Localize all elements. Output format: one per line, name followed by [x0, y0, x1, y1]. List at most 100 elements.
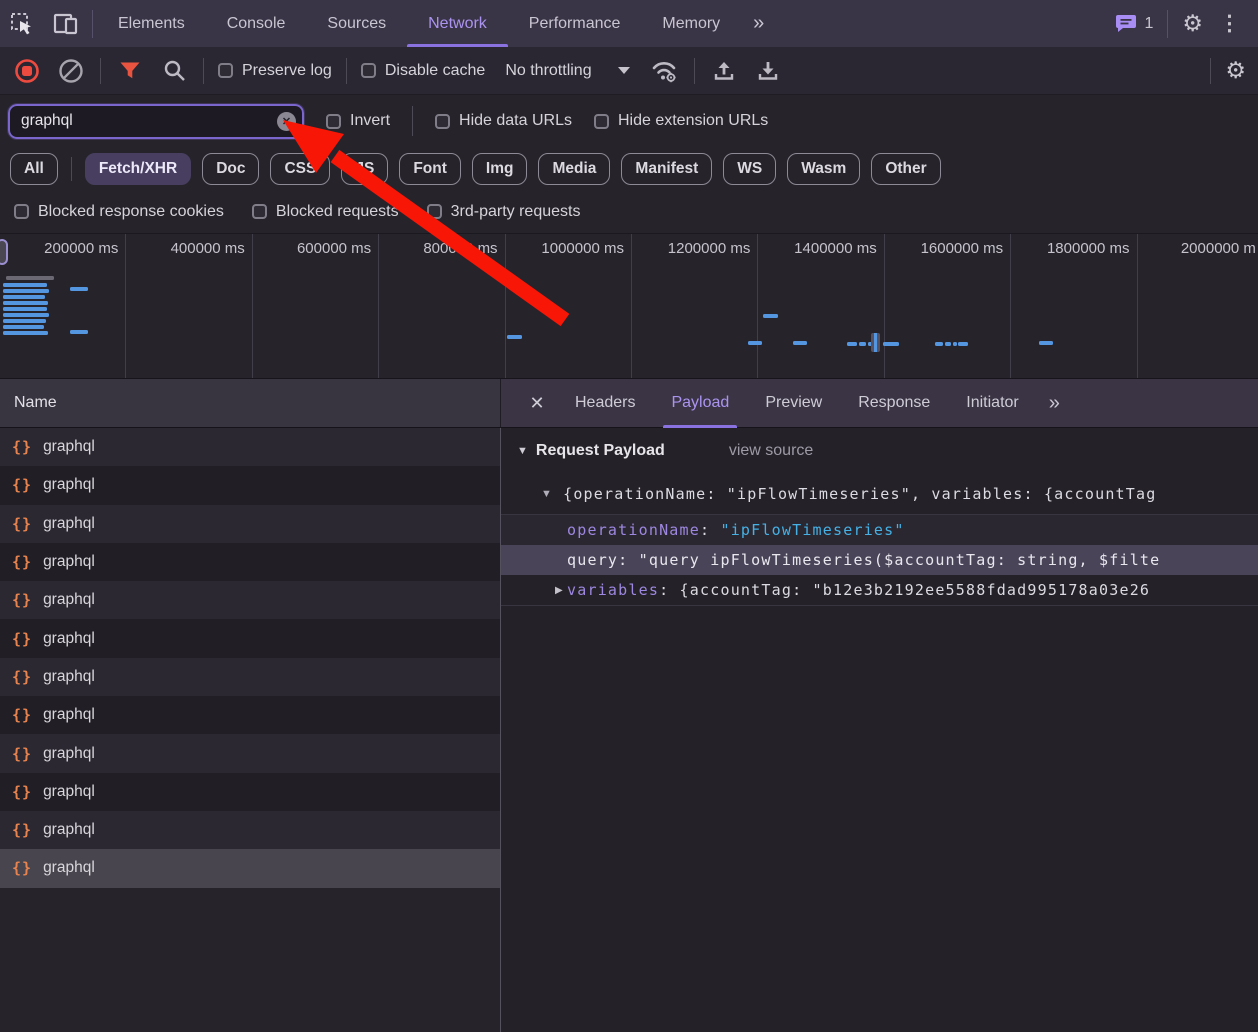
request-row-selected[interactable]: {}graphql — [0, 849, 500, 887]
network-settings-gear-icon[interactable]: ⚙ — [1225, 59, 1246, 82]
payload-entry-query[interactable]: query: "query ipFlowTimeseries($accountT… — [501, 545, 1258, 575]
pill-font[interactable]: Font — [399, 153, 461, 185]
request-row[interactable]: {}graphql — [0, 466, 500, 504]
request-payload-title: Request Payload — [536, 442, 665, 460]
tab-performance[interactable]: Performance — [508, 0, 642, 47]
detail-tab-initiator[interactable]: Initiator — [948, 379, 1036, 428]
detail-tab-response[interactable]: Response — [840, 379, 948, 428]
payload-value: "query ipFlowTimeseries($accountTag: str… — [639, 551, 1161, 569]
hide-data-urls-checkbox[interactable] — [435, 114, 450, 129]
invert-checkbox[interactable] — [326, 114, 341, 129]
filter-input[interactable] — [8, 104, 304, 139]
request-row[interactable]: {} graphql — [0, 581, 500, 619]
invert-toggle[interactable]: Invert — [326, 112, 390, 130]
more-tabs-button[interactable]: » — [741, 12, 774, 35]
pill-fetch-xhr[interactable]: Fetch/XHR — [85, 153, 191, 185]
pill-css[interactable]: CSS — [270, 153, 330, 185]
detail-tab-preview[interactable]: Preview — [747, 379, 840, 428]
pill-other[interactable]: Other — [871, 153, 940, 185]
clear-filter-icon[interactable]: ✕ — [277, 112, 296, 131]
tab-memory[interactable]: Memory — [641, 0, 741, 47]
throttling-value: No throttling — [505, 62, 591, 80]
request-row[interactable]: {}graphql — [0, 543, 500, 581]
pill-media[interactable]: Media — [538, 153, 610, 185]
export-har-button[interactable] — [753, 54, 783, 88]
blocked-requests-checkbox[interactable] — [252, 204, 267, 219]
hide-data-urls-toggle[interactable]: Hide data URLs — [435, 112, 572, 130]
request-row[interactable]: {}graphql — [0, 619, 500, 657]
issues-icon — [1115, 13, 1137, 34]
disable-cache-toggle[interactable]: Disable cache — [361, 62, 486, 80]
request-row[interactable]: {}graphql — [0, 773, 500, 811]
request-row[interactable]: {}graphql — [0, 428, 500, 466]
timeline-tick: 600000 ms — [253, 234, 379, 378]
tab-console[interactable]: Console — [206, 0, 307, 47]
tab-sources[interactable]: Sources — [306, 0, 407, 47]
request-name: graphql — [43, 591, 95, 609]
network-toolbar: Preserve log Disable cache No throttling — [0, 47, 1258, 95]
fetch-xhr-icon: {} — [12, 630, 32, 648]
request-row[interactable]: {}graphql — [0, 505, 500, 543]
payload-entry-variables[interactable]: ▶ variables: {accountTag: "b12e3b2192ee5… — [501, 575, 1258, 605]
detail-tab-headers[interactable]: Headers — [557, 379, 653, 428]
request-row[interactable]: {}graphql — [0, 734, 500, 772]
request-row[interactable]: {}graphql — [0, 811, 500, 849]
fetch-xhr-icon: {} — [12, 515, 32, 533]
hide-extension-urls-toggle[interactable]: Hide extension URLs — [594, 112, 768, 130]
third-party-requests-toggle[interactable]: 3rd-party requests — [427, 203, 581, 221]
pill-wasm[interactable]: Wasm — [787, 153, 860, 185]
payload-key: query — [567, 551, 618, 569]
request-row[interactable]: {}graphql — [0, 696, 500, 734]
detail-tab-payload[interactable]: Payload — [653, 379, 747, 428]
fetch-xhr-icon: {} — [12, 591, 32, 609]
filter-button[interactable] — [115, 54, 145, 88]
timeline-tick: 200000 ms — [0, 234, 126, 378]
view-source-link[interactable]: view source — [729, 442, 813, 460]
payload-summary-row[interactable]: ▼ {operationName: "ipFlowTimeseries", va… — [501, 474, 1258, 514]
blocked-requests-toggle[interactable]: Blocked requests — [252, 203, 399, 221]
issues-button[interactable]: 1 — [1115, 13, 1153, 34]
third-party-requests-checkbox[interactable] — [427, 204, 442, 219]
network-conditions-button[interactable] — [650, 54, 680, 88]
throttling-select[interactable]: No throttling — [499, 62, 635, 80]
tab-elements[interactable]: Elements — [97, 0, 206, 47]
pill-ws[interactable]: WS — [723, 153, 776, 185]
toolbar-divider — [346, 58, 347, 84]
request-name: graphql — [43, 783, 95, 801]
pill-js[interactable]: JS — [341, 153, 388, 185]
hide-extension-urls-checkbox[interactable] — [594, 114, 609, 129]
pill-all[interactable]: All — [10, 153, 58, 185]
blocked-response-cookies-toggle[interactable]: Blocked response cookies — [14, 203, 224, 221]
expand-triangle-icon[interactable]: ▶ — [555, 585, 567, 596]
disable-cache-checkbox[interactable] — [361, 63, 376, 78]
pill-img[interactable]: Img — [472, 153, 528, 185]
payload-entry-operationName[interactable]: operationName: "ipFlowTimeseries" — [501, 515, 1258, 545]
clear-button[interactable] — [56, 54, 86, 88]
more-options-icon[interactable]: ⋮ — [1213, 11, 1246, 36]
collapse-triangle-icon[interactable]: ▼ — [517, 445, 528, 457]
request-row[interactable]: {}graphql — [0, 658, 500, 696]
fetch-xhr-icon: {} — [12, 745, 32, 763]
third-party-requests-label: 3rd-party requests — [451, 203, 581, 221]
pill-manifest[interactable]: Manifest — [621, 153, 712, 185]
toolbar-divider — [100, 58, 101, 84]
timeline-resize-handle[interactable] — [0, 239, 8, 265]
network-body: {}graphql {}graphql {}graphql {}graphql … — [0, 428, 1258, 1032]
detail-more-tabs-button[interactable]: » — [1037, 392, 1070, 415]
pill-doc[interactable]: Doc — [202, 153, 259, 185]
preserve-log-toggle[interactable]: Preserve log — [218, 62, 332, 80]
name-column-header[interactable]: Name — [0, 379, 501, 428]
search-button[interactable] — [159, 54, 189, 88]
tab-network[interactable]: Network — [407, 0, 508, 47]
record-button[interactable] — [12, 54, 42, 88]
inspect-element-button[interactable] — [0, 0, 44, 47]
fetch-xhr-icon: {} — [12, 668, 32, 686]
import-har-button[interactable] — [709, 54, 739, 88]
blocked-response-cookies-checkbox[interactable] — [14, 204, 29, 219]
device-toolbar-button[interactable] — [44, 0, 88, 47]
preserve-log-checkbox[interactable] — [218, 63, 233, 78]
close-detail-button[interactable]: ✕ — [517, 379, 557, 428]
settings-gear-icon[interactable]: ⚙ — [1182, 12, 1203, 35]
timeline-overview[interactable]: 200000 ms 400000 ms 600000 ms 800000 ms … — [0, 234, 1258, 379]
payload-pane: ▼ Request Payload view source ▼ {operati… — [501, 428, 1258, 1032]
